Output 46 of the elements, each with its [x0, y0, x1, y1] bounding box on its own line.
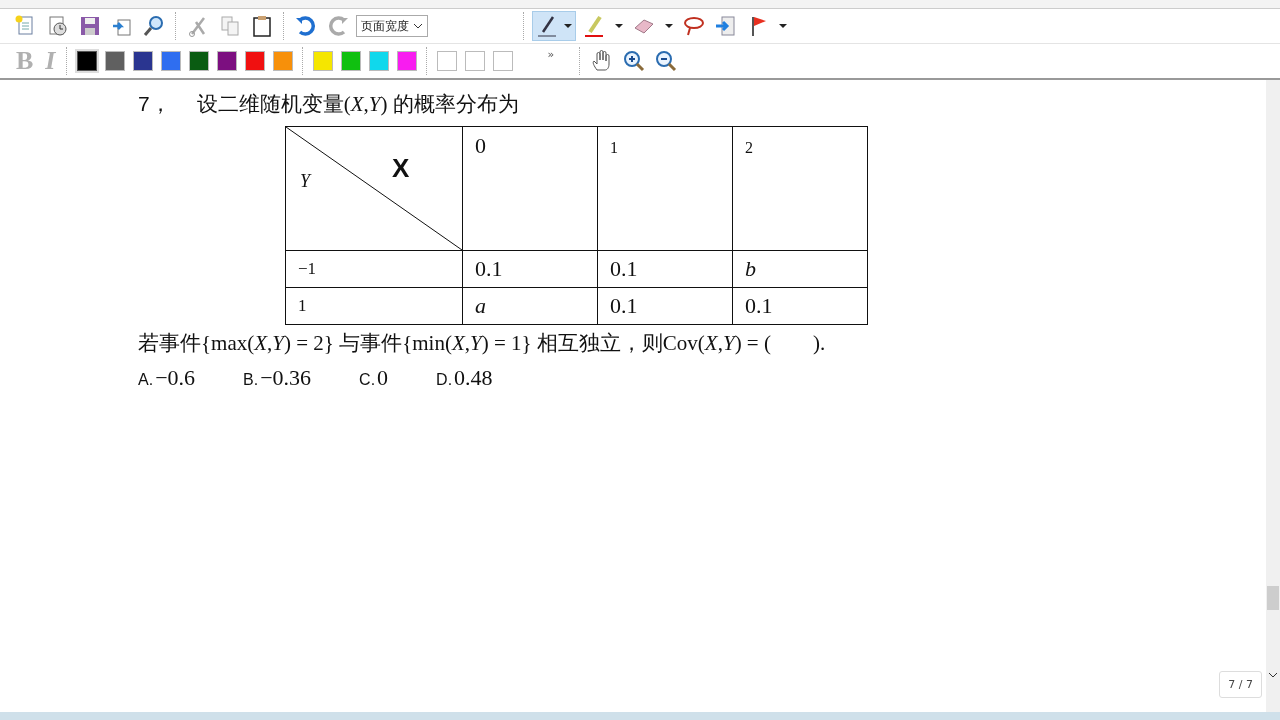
- color-swatch[interactable]: [105, 51, 126, 71]
- scroll-down-icon[interactable]: [1268, 672, 1278, 678]
- row-header: −1: [285, 250, 463, 288]
- column-variable-label: X: [392, 153, 410, 184]
- vertical-scrollbar[interactable]: [1266, 80, 1280, 712]
- column-header: 2: [732, 126, 868, 251]
- color-swatch[interactable]: [245, 51, 266, 71]
- scrollbar-thumb[interactable]: [1267, 586, 1279, 610]
- option-letter: A.: [138, 371, 154, 388]
- color-swatch[interactable]: [189, 51, 210, 71]
- color-swatch[interactable]: [217, 51, 238, 71]
- column-header: 0: [462, 126, 598, 251]
- color-swatch[interactable]: [77, 51, 98, 71]
- empty-color-slot[interactable]: [465, 51, 486, 71]
- option-letter: B.: [243, 371, 259, 388]
- table-cell: 0.1: [732, 287, 868, 325]
- question-stem: 设二维随机变量(X,Y) 的概率分布为: [196, 91, 519, 118]
- question-condition: 若事件{max(X,Y) = 2} 与事件{min(X,Y) = 1} 相互独立，则Cov(X,Y) = ( ).: [138, 330, 827, 357]
- color-swatch[interactable]: [161, 51, 182, 71]
- table-cell: 0.1: [597, 250, 733, 288]
- toolbar-overflow-button[interactable]: »: [547, 48, 555, 61]
- table-cell: 0.1: [462, 250, 598, 288]
- empty-color-slot[interactable]: [437, 51, 458, 71]
- row-variable-label: Y: [300, 171, 310, 192]
- option-letter: C.: [359, 371, 376, 388]
- table-cell: b: [732, 250, 868, 288]
- option-value: −0.36: [260, 365, 312, 390]
- color-swatch[interactable]: [341, 51, 362, 71]
- option-value: 0.48: [454, 365, 493, 390]
- zoom-dropdown[interactable]: 页面宽度: [356, 15, 428, 37]
- page-indicator: 7 / 7: [1219, 671, 1262, 698]
- option-value: −0.6: [155, 365, 196, 390]
- question-number: 7，: [138, 91, 171, 117]
- option-letter: D.: [436, 371, 453, 388]
- row-header: 1: [285, 287, 463, 325]
- color-swatch[interactable]: [133, 51, 154, 71]
- option-value: 0: [377, 365, 389, 390]
- color-swatch[interactable]: [313, 51, 334, 71]
- column-header: 1: [597, 126, 733, 251]
- caret-icon: [413, 23, 423, 29]
- table-cell: 0.1: [597, 287, 733, 325]
- color-swatch[interactable]: [397, 51, 418, 71]
- color-swatch[interactable]: [369, 51, 390, 71]
- color-swatch[interactable]: [273, 51, 294, 71]
- table-cell: a: [462, 287, 598, 325]
- empty-color-slot[interactable]: [493, 51, 514, 71]
